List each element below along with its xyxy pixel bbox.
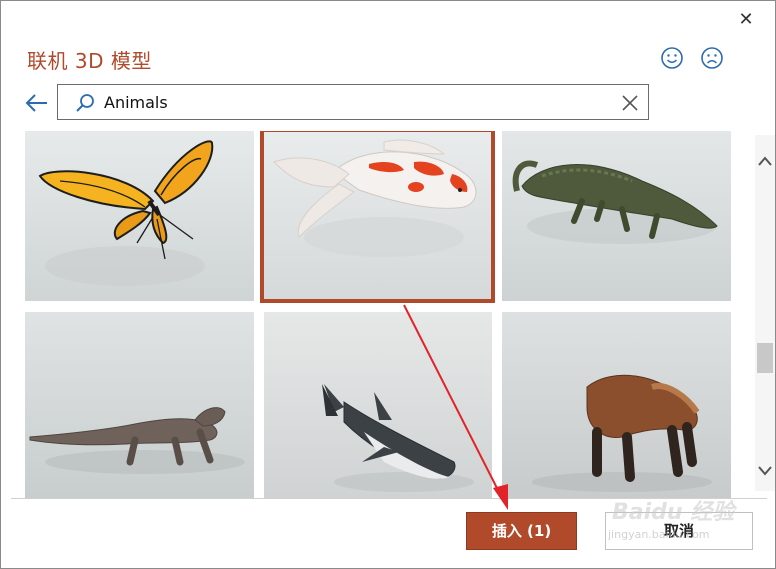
- results-grid: [25, 131, 731, 498]
- close-icon[interactable]: [620, 93, 640, 113]
- online-3d-models-dialog: ✕ 联机 3D 模型 Animals 插入 (1) 取消: [0, 0, 776, 569]
- cancel-button[interactable]: 取消: [605, 512, 753, 550]
- footer-divider: [11, 498, 767, 499]
- frown-face-icon[interactable]: [699, 45, 725, 71]
- result-tile-komodo-dragon[interactable]: [25, 312, 254, 498]
- results-scrollbar[interactable]: [755, 135, 775, 491]
- insert-button[interactable]: 插入 (1): [466, 512, 577, 550]
- result-tile-koi-fish[interactable]: [260, 131, 495, 303]
- dialog-title: 联机 3D 模型: [27, 49, 152, 73]
- search-input[interactable]: [104, 90, 604, 114]
- close-button[interactable]: ✕: [734, 9, 758, 31]
- chevron-up-icon[interactable]: [755, 149, 775, 173]
- scrollbar-thumb[interactable]: [757, 343, 773, 373]
- search-icon: [74, 92, 96, 114]
- result-tile-shark[interactable]: [264, 312, 492, 498]
- back-arrow-icon[interactable]: [23, 91, 51, 115]
- result-tile-crocodile[interactable]: [502, 131, 731, 301]
- result-tile-butterfly[interactable]: [25, 131, 254, 301]
- search-box: [57, 84, 649, 120]
- result-tile-wolverine[interactable]: [502, 312, 731, 498]
- chevron-down-icon[interactable]: [755, 459, 775, 483]
- smiley-face-icon[interactable]: [659, 45, 685, 71]
